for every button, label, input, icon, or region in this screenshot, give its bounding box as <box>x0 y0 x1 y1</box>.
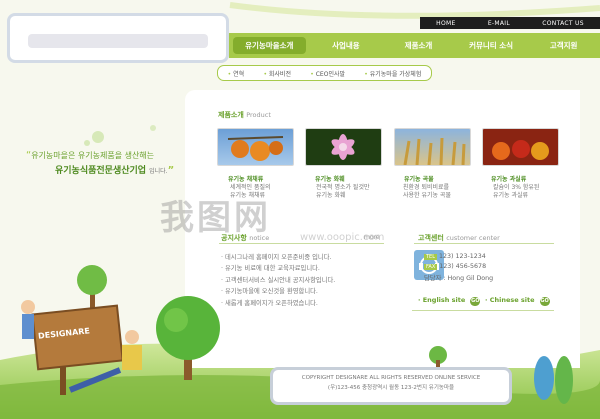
flower-image <box>331 134 355 160</box>
right-trees-illustration <box>534 356 573 404</box>
site-divider <box>412 310 554 311</box>
product-desc-2: 전국적 명소가 될것만 유기농 화훼 <box>316 184 370 199</box>
subnav-item-virtual-tour[interactable]: 유기농마을 가상체험 <box>364 69 422 78</box>
footer-copyright: COPYRIGHT DESIGNARE ALL RIGHTS RESERVED … <box>301 375 481 381</box>
nav-item-business[interactable]: 사업내용 <box>310 40 383 51</box>
nav-item-community[interactable]: 커뮤니티 소식 <box>455 40 528 51</box>
notice-divider <box>219 243 384 244</box>
nav-item-about[interactable]: 유기농마을소개 <box>233 37 306 54</box>
english-site-link[interactable]: · English site GO <box>418 296 481 306</box>
subnav-item-vision[interactable]: 회사비전 <box>263 69 291 78</box>
chinese-go-button[interactable]: GO <box>539 297 550 306</box>
product-title-2[interactable]: 유기농 화훼 <box>315 174 345 183</box>
slogan-line2: 유기농식품전문생산기업 입니다.” <box>55 165 175 176</box>
grain-image <box>403 137 466 166</box>
logo-placeholder <box>28 34 208 48</box>
watermark-text: 我图网 <box>160 198 271 238</box>
contact-manager: 담당자 : Hong Gil Dong <box>424 275 494 282</box>
home-link[interactable]: HOME <box>436 20 455 27</box>
logo-box[interactable] <box>7 13 229 63</box>
contact-fax: FAX 123) 456-5678 <box>424 263 487 270</box>
nav-item-support[interactable]: 고객지원 <box>527 40 600 51</box>
product-section-title: 제품소개 Product <box>218 111 271 119</box>
slogan-suffix: 입니다. <box>149 168 168 175</box>
contact-tel: TEL 123) 123-1234 <box>424 253 486 260</box>
chinese-site-link[interactable]: · Chinese site GO <box>485 296 550 306</box>
watermark-url: www.ooopic.com <box>300 232 385 243</box>
notice-item[interactable]: · 고객센터서비스 실시안내 공지사항입니다. <box>221 275 335 284</box>
main-nav: 유기농마을소개 사업내용 제품소개 커뮤니티 소식 고객지원 <box>229 33 600 58</box>
bush-illustration <box>429 346 447 369</box>
notice-item[interactable]: · 데시그나레 홈페이지 오픈준비중 입니다. <box>221 252 332 261</box>
subnav-item-ceo[interactable]: CEO인사말 <box>310 69 345 78</box>
utility-bar: HOME E-MAIL CONTACT US <box>420 17 600 29</box>
product-title-4[interactable]: 유기농 과실류 <box>491 174 526 183</box>
bubbles-decoration <box>84 125 156 146</box>
product-title-1[interactable]: 유기농 채채류 <box>228 174 263 183</box>
footer-box: COPYRIGHT DESIGNARE ALL RIGHTS RESERVED … <box>270 367 512 405</box>
contact-title: 고객센터 customer center <box>418 234 500 242</box>
contact-divider <box>414 243 554 244</box>
sub-nav: 연혁 회사비전 CEO인사말 유기농마을 가상체험 <box>217 65 432 81</box>
contact-us-link[interactable]: CONTACT US <box>542 20 584 27</box>
persimmon-image <box>227 136 284 161</box>
product-image-fruit[interactable] <box>482 128 559 166</box>
product-title-3[interactable]: 유기농 곡물 <box>404 174 434 183</box>
english-go-button[interactable]: GO <box>470 297 481 306</box>
product-image-flowers[interactable] <box>305 128 382 166</box>
notice-item[interactable]: · 유기농 비료에 대한 교육자료입니다. <box>221 263 320 272</box>
nav-item-products[interactable]: 제품소개 <box>382 40 455 51</box>
footer-address: (우)123-456 충청광역시 월동 123-2번지 유기농마을 <box>327 385 455 391</box>
product-desc-3: 친환경 퇴비비료를 사용한 유기농 곡물 <box>403 184 451 199</box>
subnav-item-history[interactable]: 연혁 <box>228 69 244 78</box>
kids-sign-illustration <box>21 300 142 395</box>
product-image-grain[interactable] <box>394 128 471 166</box>
product-desc-4: 칼슘이 3% 함유된 유기농 과실류 <box>493 184 540 199</box>
fruit-image <box>492 140 549 160</box>
email-link[interactable]: E-MAIL <box>488 20 510 27</box>
product-image-vegetables[interactable] <box>217 128 294 166</box>
